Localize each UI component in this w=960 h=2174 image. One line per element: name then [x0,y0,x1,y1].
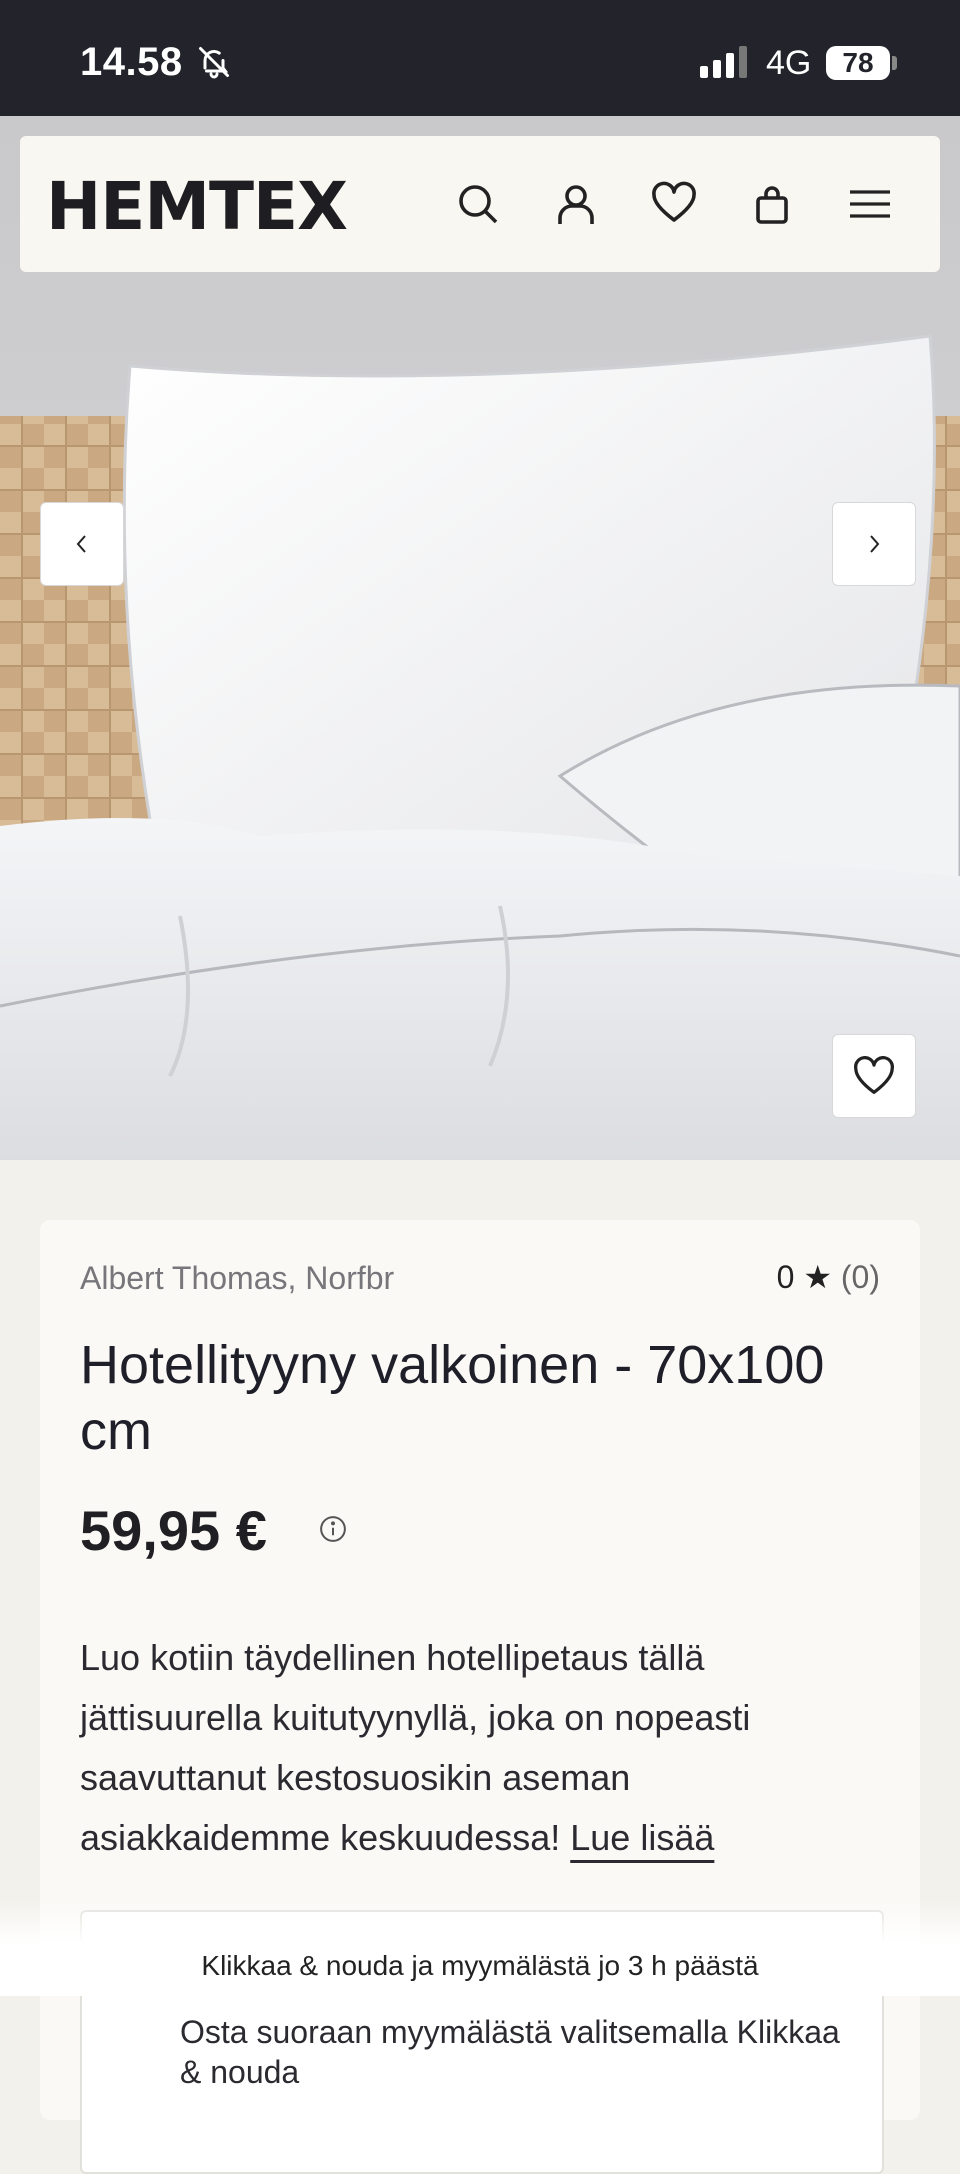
product-rating[interactable]: 0 ★ (0) [777,1258,880,1296]
product-image[interactable] [0,116,960,1160]
status-bar: 14.58 4G 78 [0,0,960,116]
banner-text: Klikkaa & nouda ja myymälästä jo 3 h pää… [201,1950,759,1981]
rating-value: 0 [776,1259,795,1295]
bag-icon[interactable] [748,180,796,228]
product-price: 59,95 € [80,1499,267,1562]
menu-icon[interactable] [846,180,894,228]
read-more-link[interactable]: Lue lisää [570,1817,714,1858]
gallery-next-button[interactable] [832,502,916,586]
info-icon[interactable] [318,1514,348,1549]
star-icon: ★ [803,1259,832,1295]
heart-icon[interactable] [650,180,698,228]
chevron-right-icon [864,532,884,556]
battery-indicator: 78 [826,46,890,80]
click-collect-text: Osta suoraan myymälästä valitsemalla Kli… [180,2014,840,2090]
account-icon[interactable] [552,180,600,228]
product-title: Hotellityyny valkoinen - 70x100 cm [80,1335,825,1461]
favorite-button[interactable] [832,1034,916,1118]
site-header: HEMTEX [20,136,940,272]
product-description: Luo kotiin täydellinen hotellipetaus täl… [80,1628,880,1868]
status-time: 14.58 [80,40,183,84]
battery-tip [892,56,897,70]
rating-count: (0) [840,1259,880,1295]
click-collect-banner: Klikkaa & nouda ja myymälästä jo 3 h pää… [0,1900,960,1996]
bell-muted-icon [196,44,232,85]
chevron-left-icon [72,532,92,556]
brand-logo[interactable]: HEMTEX [46,168,348,245]
signal-icon [700,46,750,83]
search-icon[interactable] [454,180,502,228]
network-label: 4G [766,44,812,82]
heart-icon [852,1056,896,1096]
product-brand[interactable]: Albert Thomas, Norfbr [80,1260,394,1297]
gallery-prev-button[interactable] [40,502,124,586]
